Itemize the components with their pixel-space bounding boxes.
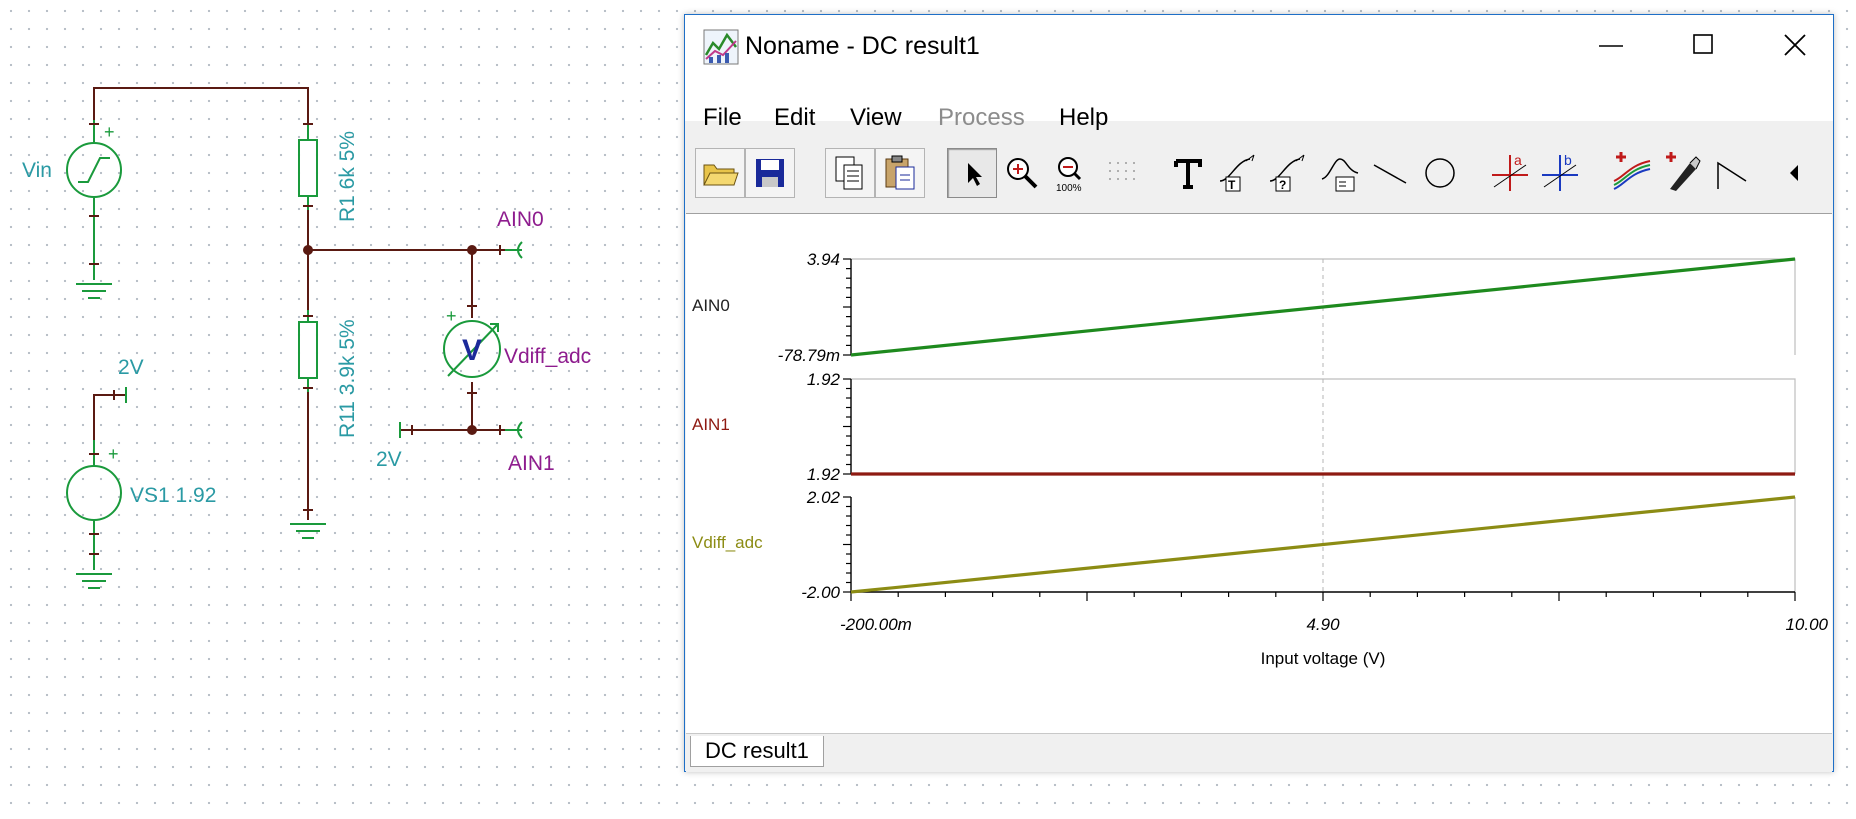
- add-curve-icon: [1613, 152, 1651, 190]
- vs1-label: VS1 1.92: [130, 484, 216, 507]
- ytick-vdiff-top: 2.02: [806, 488, 841, 507]
- net-2v-top-label: 2V: [118, 356, 144, 379]
- xtick-center: 4.90: [1306, 615, 1340, 634]
- add-probe-icon: [1666, 152, 1701, 191]
- series-line-vdiff-adc[interactable]: [850, 495, 1796, 594]
- ytick-ain0-bottom: -78.79m: [778, 346, 840, 365]
- xtick-right: 10.00: [1785, 615, 1828, 634]
- zoom-in-icon: [1007, 158, 1038, 189]
- curve-label-q-button[interactable]: ?: [1263, 148, 1313, 198]
- paste-icon: [885, 155, 915, 190]
- svg-text:T: T: [1228, 178, 1236, 192]
- svg-text:b: b: [1564, 152, 1572, 168]
- zoom-100-icon: 100%: [1056, 157, 1082, 194]
- menu-edit[interactable]: Edit: [774, 104, 815, 132]
- menu-process[interactable]: Process: [938, 104, 1025, 132]
- vin-plus-sign: +: [104, 122, 115, 142]
- grid-icon: [1109, 162, 1135, 180]
- copy-icon: [835, 156, 863, 190]
- scroll-left-icon: [1790, 165, 1798, 181]
- close-icon: [1784, 34, 1806, 56]
- panel-ain1-label: AIN1: [692, 415, 730, 434]
- voltmeter-symbol: V: [462, 334, 482, 367]
- text-icon: [1174, 159, 1202, 189]
- cursor-a-icon: a: [1492, 152, 1528, 191]
- junction-dots: [303, 245, 477, 435]
- vs1-plus-sign: +: [108, 444, 119, 464]
- result-tab-strip: DC result1: [686, 733, 1832, 772]
- r11-label: R11 3.9k 5%: [336, 319, 359, 438]
- ain0-label: AIN0: [497, 208, 544, 231]
- ytick-vdiff-bottom: -2.00: [801, 583, 840, 602]
- cursor-b-button[interactable]: b: [1535, 148, 1585, 198]
- ytick-ain1-top: 1.92: [807, 370, 841, 389]
- title-bar[interactable]: Noname - DC result1: [685, 15, 1833, 77]
- x-axis-label: Input voltage (V): [1261, 649, 1386, 668]
- grid-button[interactable]: [1097, 148, 1147, 198]
- cursor-b-icon: b: [1542, 152, 1578, 191]
- pointer-icon: [968, 163, 982, 186]
- panel-ain0-label: AIN0: [692, 296, 730, 315]
- dc-result-window[interactable]: Noname - DC result1 File Edit View Proce…: [684, 14, 1834, 772]
- save-icon: [756, 159, 784, 187]
- curve-formula-button[interactable]: [1315, 148, 1365, 198]
- pointer-button[interactable]: [947, 148, 997, 198]
- save-button[interactable]: [745, 148, 795, 198]
- add-probe-button[interactable]: [1657, 148, 1707, 198]
- menu-bar: File Edit View Process Help: [685, 77, 1833, 131]
- dc-result-chart[interactable]: AIN0 AIN1 Vdiff_adc 3.94 -78.79m 1.92 1.…: [686, 214, 1832, 734]
- minimize-icon: [1599, 45, 1623, 47]
- ytick-ain0-top: 3.94: [807, 250, 840, 269]
- curve-label-q-icon: ?: [1269, 154, 1305, 192]
- voltmeter-plus-sign: +: [446, 306, 457, 326]
- zoom-100-button[interactable]: 100%: [1047, 148, 1097, 198]
- vin-label: Vin: [22, 159, 52, 182]
- open-folder-icon: [703, 164, 739, 186]
- circle-icon: [1425, 158, 1455, 188]
- chart-app-icon: [703, 29, 739, 65]
- paste-button[interactable]: [875, 148, 925, 198]
- maximize-icon: [1693, 34, 1713, 54]
- schematic-canvas[interactable]: Vin + R1 6k 5% R11 3.9k 5% AIN0 AIN1 Vdi…: [0, 0, 684, 819]
- add-curve-button[interactable]: [1607, 148, 1657, 198]
- svg-text:a: a: [1514, 152, 1522, 168]
- maximize-button[interactable]: [1657, 15, 1749, 77]
- toolbar: 100% T ? a b: [685, 138, 1833, 218]
- curve-label-t-button[interactable]: T: [1213, 148, 1263, 198]
- line-tool-button[interactable]: [1365, 148, 1415, 198]
- text-tool-button[interactable]: [1163, 148, 1213, 198]
- copy-button[interactable]: [825, 148, 875, 198]
- component-symbols: [66, 120, 523, 589]
- arrow-tool-icon: [1717, 161, 1747, 189]
- svg-text:100%: 100%: [1056, 183, 1082, 194]
- menu-help[interactable]: Help: [1059, 104, 1108, 132]
- tab-dc-result1[interactable]: DC result1: [690, 736, 824, 767]
- close-button[interactable]: [1749, 15, 1841, 77]
- panel-vdiff-label: Vdiff_adc: [692, 533, 763, 552]
- arrow-tool-button[interactable]: [1707, 148, 1757, 198]
- circle-tool-button[interactable]: [1415, 148, 1465, 198]
- svg-text:?: ?: [1279, 178, 1286, 192]
- menu-view[interactable]: View: [850, 104, 902, 132]
- r1-label: R1 6k 5%: [336, 131, 359, 222]
- menu-file[interactable]: File: [703, 104, 742, 132]
- window-title: Noname - DC result1: [745, 32, 980, 60]
- curve-label-t-icon: T: [1219, 154, 1255, 192]
- xtick-left: -200.00m: [840, 615, 912, 634]
- minimize-button[interactable]: [1565, 15, 1657, 77]
- vdiff-label: Vdiff_adc: [504, 345, 591, 368]
- line-icon: [1373, 164, 1407, 184]
- curve-formula-icon: [1321, 158, 1359, 192]
- ytick-ain1-bottom: 1.92: [807, 465, 841, 484]
- toolbar-scroll-left-button[interactable]: [1775, 148, 1815, 198]
- zoom-in-button[interactable]: [997, 148, 1047, 198]
- net-2v-bottom-label: 2V: [376, 448, 402, 471]
- diagram-area[interactable]: AIN0 AIN1 Vdiff_adc 3.94 -78.79m 1.92 1.…: [686, 213, 1832, 734]
- cursor-a-button[interactable]: a: [1485, 148, 1535, 198]
- ain1-label: AIN1: [508, 452, 555, 475]
- tick-marks: [843, 258, 1796, 601]
- open-button[interactable]: [695, 148, 745, 198]
